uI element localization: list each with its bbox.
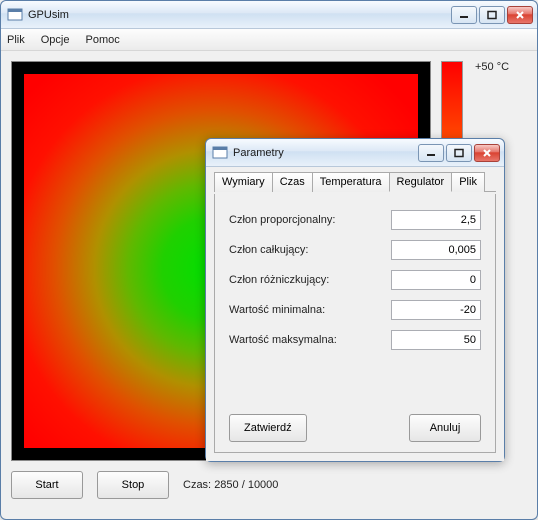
dialog-maximize-button[interactable] [446,144,472,162]
dialog-minimize-button[interactable] [418,144,444,162]
gap [315,414,401,442]
dialog-window-controls [418,144,500,162]
field-min: Wartość minimalna: [229,300,481,320]
input-ki[interactable] [391,240,481,260]
input-kd[interactable] [391,270,481,290]
tab-dimensions[interactable]: Wymiary [214,172,273,192]
dialog-button-row: Zatwierdź Anuluj [229,406,481,442]
parameters-dialog: Parametry Wymiary Czas Temperatura Regul… [205,138,505,462]
field-max: Wartość maksymalna: [229,330,481,350]
minimize-button[interactable] [451,6,477,24]
input-kp[interactable] [391,210,481,230]
label-max: Wartość maksymalna: [229,334,391,346]
menu-help[interactable]: Pomoc [85,34,119,46]
dialog-client: Wymiary Czas Temperatura Regulator Plik … [206,167,504,461]
label-kd: Człon różniczkujący: [229,274,391,286]
stop-button[interactable]: Stop [97,471,169,499]
field-kd: Człon różniczkujący: [229,270,481,290]
field-kp: Człon proporcjonalny: [229,210,481,230]
spacer [229,360,481,406]
cancel-button[interactable]: Anuluj [409,414,481,442]
dialog-icon [212,145,228,161]
tabpage-regulator: Człon proporcjonalny: Człon całkujący: C… [214,194,496,453]
label-kp: Człon proporcjonalny: [229,214,391,226]
status-text: Czas: 2850 / 10000 [183,479,278,491]
status-value: 2850 / 10000 [214,479,278,491]
tab-regulator[interactable]: Regulator [389,172,453,192]
tabstrip: Wymiary Czas Temperatura Regulator Plik [214,171,496,192]
label-ki: Człon całkujący: [229,244,391,256]
ok-button[interactable]: Zatwierdź [229,414,307,442]
main-title: GPUsim [28,9,451,21]
app-icon [7,7,23,23]
tab-file[interactable]: Plik [451,172,485,192]
field-ki: Człon całkujący: [229,240,481,260]
main-window-controls [451,6,533,24]
tab-time[interactable]: Czas [272,172,313,192]
maximize-button[interactable] [479,6,505,24]
menu-options[interactable]: Opcje [41,34,70,46]
input-max[interactable] [391,330,481,350]
label-min: Wartość minimalna: [229,304,391,316]
tab-temperature[interactable]: Temperatura [312,172,390,192]
close-button[interactable] [507,6,533,24]
dialog-close-button[interactable] [474,144,500,162]
bottom-row: Start Stop Czas: 2850 / 10000 [11,471,527,499]
menubar: Plik Opcje Pomoc [1,29,537,51]
start-button[interactable]: Start [11,471,83,499]
input-min[interactable] [391,300,481,320]
main-titlebar[interactable]: GPUsim [1,1,537,29]
dialog-title: Parametry [233,147,418,159]
menu-file[interactable]: Plik [7,34,25,46]
dialog-titlebar[interactable]: Parametry [206,139,504,167]
status-prefix: Czas: [183,479,214,491]
